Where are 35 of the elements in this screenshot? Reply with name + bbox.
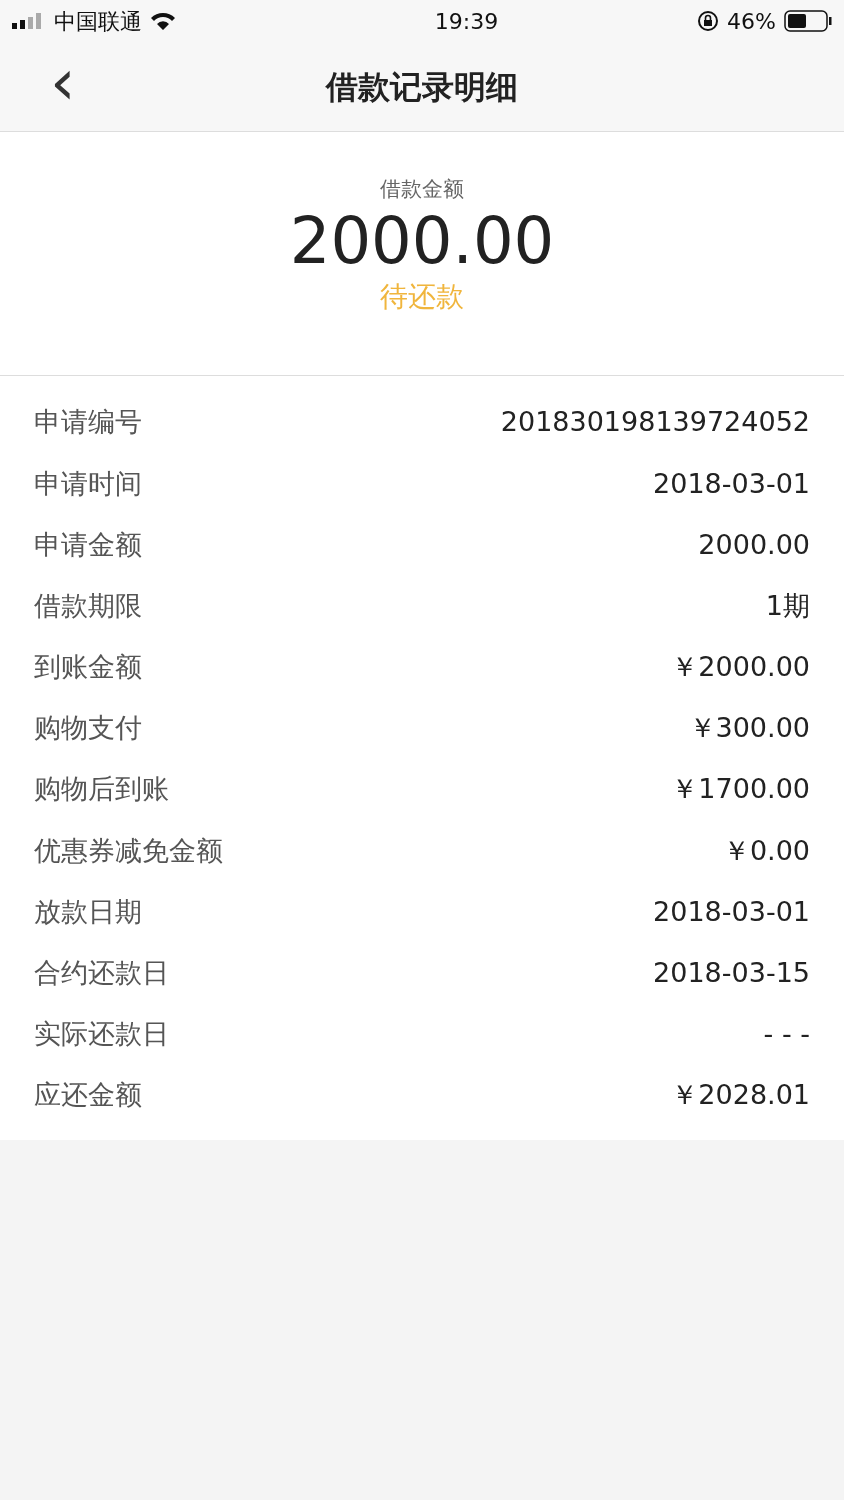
field-value: 2018-03-01 [653, 894, 810, 929]
field-label: 购物后到账 [34, 772, 169, 807]
field-label: 到账金额 [34, 650, 142, 685]
field-value: ￥1700.00 [671, 772, 810, 807]
field-value: 2018-03-01 [653, 466, 810, 501]
field-value: 201830198139724052 [500, 405, 810, 440]
field-value: ￥2000.00 [671, 650, 810, 685]
field-value: - - - [763, 1017, 810, 1052]
battery-icon [784, 10, 832, 32]
loan-status: 待还款 [380, 278, 464, 315]
field-value: ￥300.00 [688, 711, 810, 746]
field-label: 购物支付 [34, 711, 142, 746]
rotation-lock-icon [697, 10, 720, 32]
field-label: 合约还款日 [34, 956, 169, 991]
field-value: 2000.00 [698, 527, 810, 562]
page-title: 借款记录明细 [326, 66, 518, 108]
field-label: 申请时间 [34, 466, 142, 501]
field-value: 2018-03-15 [653, 956, 810, 991]
field-label: 借款期限 [34, 588, 142, 623]
field-value: 1期 [765, 588, 810, 623]
clock-time: 19:39 [434, 7, 499, 36]
back-button[interactable]: ‹ [40, 50, 86, 114]
carrier-name: 中国联通 [54, 7, 142, 36]
field-label: 申请金额 [34, 527, 142, 562]
field-value: ￥2028.01 [671, 1078, 810, 1113]
field-label: 实际还款日 [34, 1017, 169, 1052]
loan-amount: 2000.00 [289, 205, 555, 276]
wifi-icon [150, 11, 176, 31]
field-label: 放款日期 [34, 894, 142, 929]
field-label: 申请编号 [34, 405, 142, 440]
loan-amount-label: 借款金额 [380, 176, 464, 203]
field-label: 优惠券减免金额 [34, 833, 223, 868]
battery-percent: 46% [727, 7, 776, 36]
field-value: ￥0.00 [722, 833, 810, 868]
field-label: 应还金额 [34, 1078, 142, 1113]
